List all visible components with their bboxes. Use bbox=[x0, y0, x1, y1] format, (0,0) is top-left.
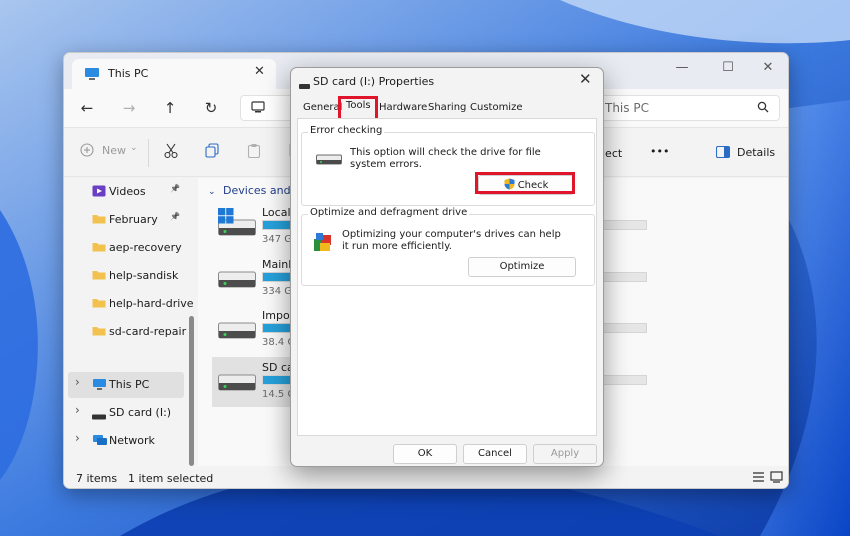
tab-general[interactable]: General bbox=[303, 102, 342, 113]
monitor-icon bbox=[92, 378, 107, 394]
folder-icon bbox=[92, 297, 106, 311]
sidebar-item-february[interactable]: February 📌 bbox=[64, 207, 189, 233]
drive-name: SD ca bbox=[262, 361, 294, 374]
close-dialog-icon[interactable]: ✕ bbox=[579, 70, 592, 88]
search-input[interactable]: This PC bbox=[596, 95, 780, 121]
optimize-description: Optimizing your computer's drives can he… bbox=[342, 229, 561, 252]
more-options-icon[interactable]: ••• bbox=[650, 145, 669, 165]
tab-title: This PC bbox=[108, 67, 149, 80]
apply-button[interactable]: Apply bbox=[533, 444, 597, 464]
folder-icon bbox=[92, 241, 106, 255]
selection-count: 1 item selected bbox=[128, 472, 214, 485]
chevron-right-icon[interactable]: › bbox=[75, 403, 80, 417]
divider bbox=[148, 139, 149, 167]
sidebar-item-sd-card-i[interactable]: › SD card (I:) bbox=[68, 400, 184, 426]
minimize-icon[interactable]: — bbox=[662, 57, 702, 79]
plus-circle-icon bbox=[80, 143, 94, 160]
pin-icon: 📌 bbox=[170, 184, 180, 193]
folder-icon bbox=[92, 325, 106, 339]
drive-icon bbox=[218, 371, 256, 394]
cancel-button[interactable]: Cancel bbox=[463, 444, 527, 464]
tab-sharing[interactable]: Sharing bbox=[428, 102, 466, 113]
sidebar-item-sd-card-repair[interactable]: sd-card-repair bbox=[64, 319, 189, 345]
chevron-down-icon: ⌄ bbox=[130, 143, 138, 153]
sidebar-item-help-sandisk[interactable]: help-sandisk bbox=[64, 263, 189, 289]
dialog-title: SD card (I:) Properties bbox=[313, 75, 435, 88]
sidebar-item-aep-recovery[interactable]: aep-recovery bbox=[64, 235, 189, 261]
back-arrow-icon[interactable]: ← bbox=[76, 98, 98, 118]
search-icon bbox=[757, 101, 769, 116]
paste-icon bbox=[247, 144, 261, 162]
sidebar-item-label: This PC bbox=[109, 378, 150, 391]
paste-button[interactable] bbox=[247, 143, 261, 163]
chevron-down-icon: ⌄ bbox=[208, 187, 216, 197]
error-checking-title: Error checking bbox=[308, 125, 385, 136]
videos-folder-icon bbox=[92, 185, 106, 200]
drive-free-space: 347 G bbox=[262, 234, 293, 245]
scissors-icon bbox=[164, 143, 178, 162]
copy-icon bbox=[205, 143, 219, 161]
copy-button[interactable] bbox=[205, 143, 219, 163]
tab-customize[interactable]: Customize bbox=[470, 102, 523, 113]
sidebar-item-network[interactable]: › Network bbox=[68, 428, 184, 454]
error-checking-description: This option will check the drive for fil… bbox=[350, 147, 541, 170]
optimize-title: Optimize and defragment drive bbox=[308, 207, 470, 218]
sidebar-item-label: Videos bbox=[109, 185, 146, 198]
drive-name: Local bbox=[262, 206, 291, 219]
tab-hardware[interactable]: Hardware bbox=[379, 102, 427, 113]
chevron-right-icon[interactable]: › bbox=[75, 375, 80, 389]
sidebar-item-help-hard-drive[interactable]: help-hard-drive bbox=[64, 291, 194, 317]
forward-arrow-icon[interactable]: → bbox=[118, 98, 140, 118]
drive-icon bbox=[218, 268, 256, 291]
sidebar-item-this-pc[interactable]: › This PC bbox=[68, 372, 184, 398]
details-pane-icon bbox=[715, 145, 731, 161]
refresh-icon[interactable]: ↻ bbox=[200, 98, 222, 118]
scrollbar-thumb[interactable] bbox=[189, 316, 194, 466]
sidebar-item-label: aep-recovery bbox=[109, 241, 182, 254]
sidebar-item-label: sd-card-repair bbox=[109, 325, 187, 338]
cut-button[interactable] bbox=[164, 143, 178, 163]
sidebar-item-videos[interactable]: Videos 📌 bbox=[64, 179, 189, 205]
sidebar-item-label: help-sandisk bbox=[109, 269, 179, 282]
sidebar-item-label: Network bbox=[109, 434, 155, 447]
optimize-button[interactable]: Optimize bbox=[468, 257, 576, 277]
status-bar: 7 items 1 item selected bbox=[64, 466, 788, 488]
monitor-icon bbox=[84, 67, 100, 84]
close-tab-icon[interactable]: ✕ bbox=[254, 64, 265, 79]
new-label: New bbox=[102, 144, 126, 157]
pin-icon: 📌 bbox=[170, 212, 180, 221]
system-drive-icon bbox=[218, 208, 256, 239]
chevron-right-icon[interactable]: › bbox=[75, 431, 80, 445]
drive-icon bbox=[218, 319, 256, 342]
ok-button[interactable]: OK bbox=[393, 444, 457, 464]
navigation-pane: Videos 📌 February 📌 aep-recovery help-sandisk… bbox=[64, 178, 194, 466]
explorer-tab[interactable]: This PC ✕ bbox=[72, 59, 276, 89]
item-count: 7 items bbox=[76, 472, 118, 485]
optimize-group: Optimize and defragment drive Optimizing… bbox=[301, 207, 595, 286]
details-label: Details bbox=[737, 146, 776, 159]
eject-button[interactable]: ject bbox=[602, 147, 622, 167]
up-arrow-icon[interactable]: ↑ bbox=[159, 98, 181, 118]
properties-dialog: SD card (I:) Properties ✕ General Tools Ha… bbox=[290, 67, 604, 467]
folder-icon bbox=[92, 213, 106, 227]
monitor-icon bbox=[251, 101, 265, 117]
close-window-icon[interactable]: ✕ bbox=[748, 57, 788, 79]
folder-icon bbox=[92, 269, 106, 283]
defragment-icon bbox=[312, 231, 334, 256]
search-text: This PC bbox=[605, 101, 649, 115]
check-button-highlight bbox=[475, 172, 575, 194]
drive-free-space: 334 G bbox=[262, 286, 293, 297]
sidebar-item-label: February bbox=[109, 213, 158, 226]
drive-icon bbox=[92, 410, 106, 423]
drive-icon bbox=[299, 79, 310, 92]
maximize-icon[interactable]: ☐ bbox=[708, 57, 748, 79]
sidebar-item-label: help-hard-drive bbox=[109, 297, 194, 310]
sidebar-item-label: SD card (I:) bbox=[109, 406, 172, 419]
network-icon bbox=[92, 434, 108, 450]
error-checking-group: Error checking This option will check th… bbox=[301, 125, 595, 206]
drive-icon bbox=[316, 151, 342, 168]
details-view-icon[interactable] bbox=[752, 471, 765, 486]
sidebar-scrollbar[interactable] bbox=[188, 178, 196, 466]
large-icons-view-icon[interactable] bbox=[770, 471, 783, 486]
